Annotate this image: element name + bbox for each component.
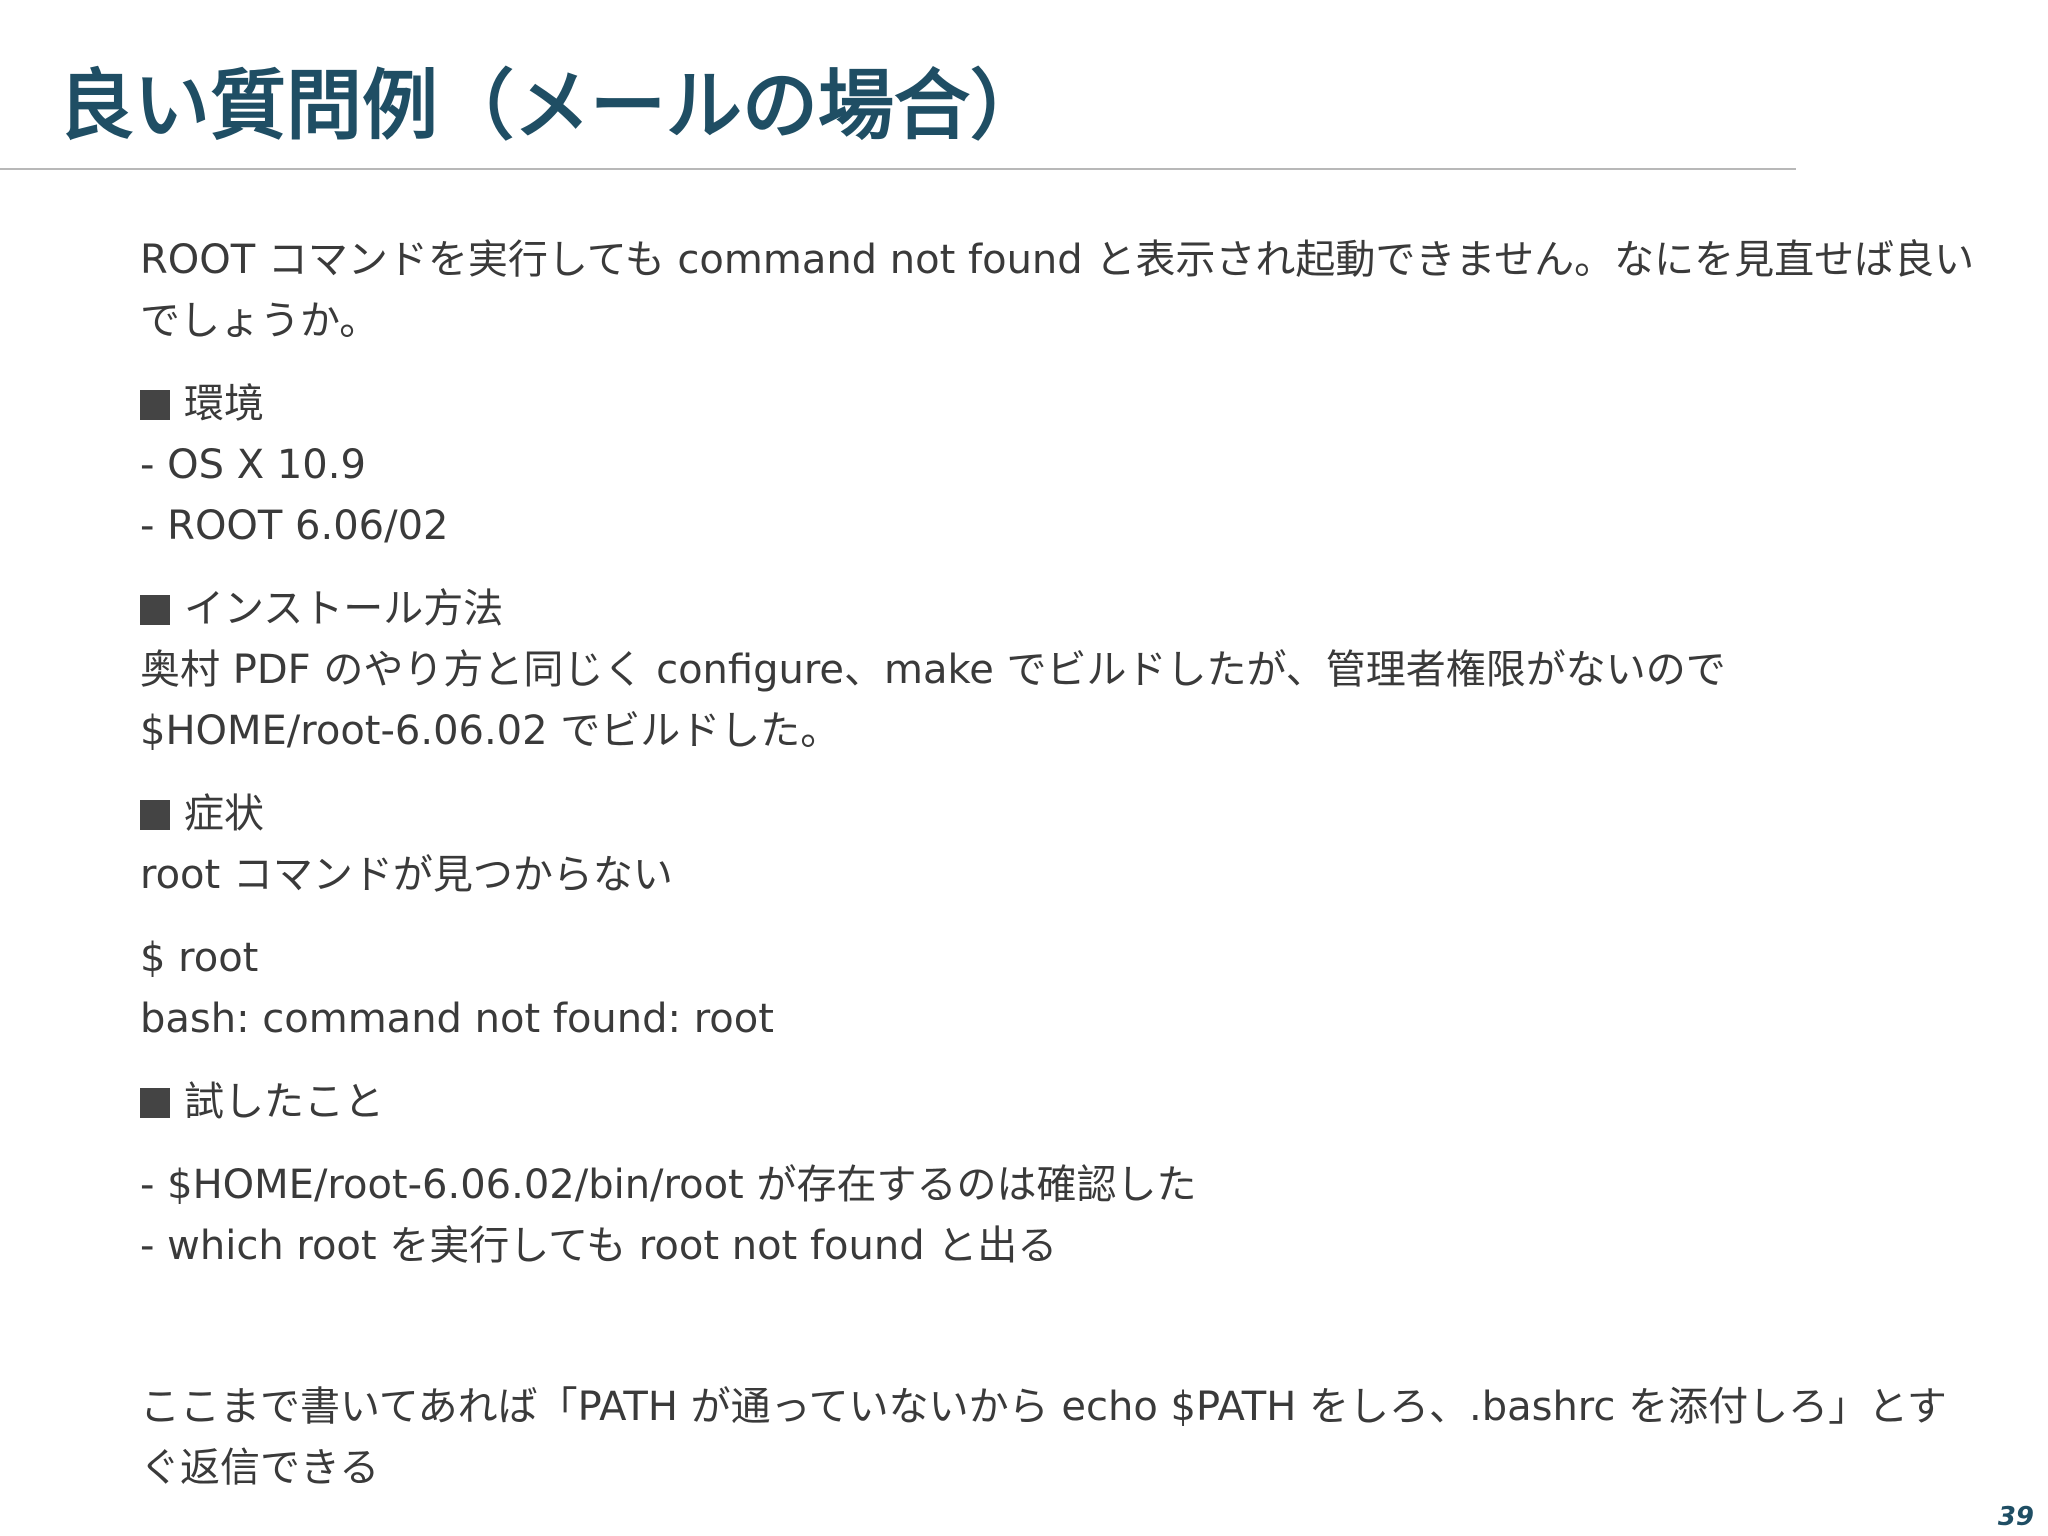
console-command: $ root — [140, 935, 259, 981]
install-description: 奥村 PDF のやり方と同じく configure、make でビルドしたが、管… — [140, 647, 1726, 754]
tried-line-2: - which root を実行しても root not found と出る — [140, 1223, 1058, 1269]
section-heading: 環境 — [140, 374, 1980, 435]
section-tried: 試したこと - $HOME/root-6.06.02/bin/root が存在す… — [140, 1072, 1980, 1277]
console-output: $ root bash: command not found: root — [140, 928, 1980, 1050]
conclusion-text: ここまで書いてあれば「PATH が通っていないから echo $PATH をしろ… — [140, 1384, 1947, 1491]
section-heading: 症状 — [140, 784, 1980, 845]
env-line-os: - OS X 10.9 — [140, 442, 366, 488]
heading-text: インストール方法 — [184, 586, 504, 632]
section-symptom: 症状 root コマンドが見つからない — [140, 784, 1980, 906]
section-heading: インストール方法 — [140, 579, 1980, 640]
page-number: 39 — [1997, 1502, 2034, 1532]
section-environment: 環境 - OS X 10.9 - ROOT 6.06/02 — [140, 374, 1980, 557]
intro-question: ROOT コマンドを実行しても command not found と表示され起… — [140, 237, 1975, 344]
env-line-root: - ROOT 6.06/02 — [140, 503, 449, 549]
square-bullet-icon — [140, 595, 170, 625]
tried-line-1: - $HOME/root-6.06.02/bin/root が存在するのは確認し… — [140, 1162, 1197, 1208]
slide-body: ROOT コマンドを実行しても command not found と表示され起… — [140, 230, 1980, 1499]
slide-title: 良い質問例（メールの場合） — [58, 61, 1046, 150]
square-bullet-icon — [140, 800, 170, 830]
section-heading: 試したこと — [140, 1072, 1980, 1133]
heading-text: 症状 — [184, 791, 264, 837]
console-error: bash: command not found: root — [140, 996, 774, 1042]
square-bullet-icon — [140, 1088, 170, 1118]
title-divider — [0, 168, 1796, 170]
square-bullet-icon — [140, 390, 170, 420]
symptom-description: root コマンドが見つからない — [140, 852, 673, 898]
section-install: インストール方法 奥村 PDF のやり方と同じく configure、make … — [140, 579, 1980, 762]
heading-text: 試したこと — [184, 1079, 384, 1125]
heading-text: 環境 — [184, 381, 264, 427]
